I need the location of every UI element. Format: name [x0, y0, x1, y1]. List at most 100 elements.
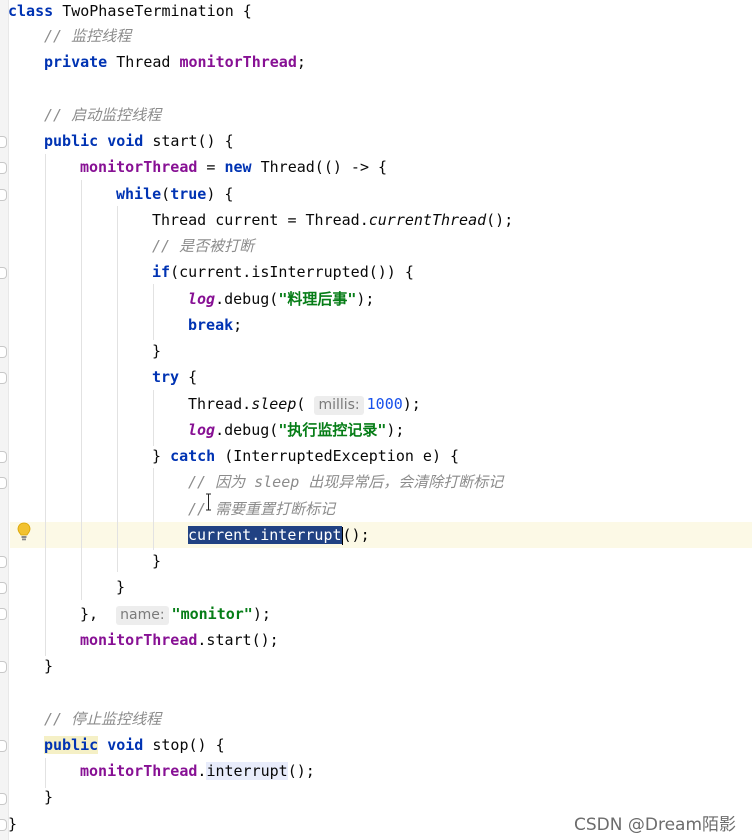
code-comment-monitor[interactable]: // 监控线程 — [44, 23, 131, 49]
code-text: ); — [402, 395, 421, 413]
keyword: if — [152, 263, 171, 281]
string-literal: "执行监控记录" — [278, 421, 387, 439]
fold-marker-icon[interactable] — [0, 162, 7, 174]
code-line-start-decl[interactable]: public void start() { — [44, 128, 234, 154]
code-comment-reason[interactable]: // 因为 sleep 出现异常后，会清除打断标记 — [188, 469, 503, 495]
fold-marker-icon[interactable] — [0, 346, 7, 358]
code-text: .debug( — [215, 421, 279, 439]
indent-guide — [45, 154, 46, 656]
fold-marker-icon[interactable] — [0, 661, 7, 673]
keyword: break — [188, 316, 234, 334]
fold-marker-icon[interactable] — [0, 556, 7, 568]
keyword: true — [170, 185, 207, 203]
code-line-assign[interactable]: monitorThread = new Thread(() -> { — [80, 154, 387, 180]
comment: // 停止监控线程 — [44, 710, 162, 728]
paren: ( — [296, 395, 306, 413]
watermark: CSDN @Dream陌影 — [573, 815, 736, 835]
code-line-while[interactable]: while(true) { — [116, 181, 233, 207]
keyword: catch — [170, 447, 216, 465]
selected-text[interactable]: current.interrupt — [188, 526, 342, 544]
code-line-current[interactable]: Thread current = Thread.currentThread(); — [152, 207, 513, 233]
code-line-start-close[interactable]: } — [44, 653, 53, 679]
code-text: Thread(() -> { — [251, 158, 388, 176]
static-method: currentThread — [368, 211, 487, 229]
fold-marker-icon[interactable] — [0, 451, 7, 463]
code-text: (); — [287, 762, 315, 780]
keyword: public — [44, 132, 99, 150]
current-line-highlight — [10, 522, 752, 548]
brace: } — [152, 552, 162, 570]
comment: // 因为 sleep 出现异常后，会清除打断标记 — [188, 473, 504, 491]
code-line-class-close[interactable]: } — [8, 811, 17, 837]
fold-marker-icon[interactable] — [0, 582, 7, 594]
fold-marker-icon[interactable] — [0, 267, 7, 279]
fold-marker-icon[interactable] — [0, 477, 7, 489]
string-literal: "料理后事" — [278, 290, 357, 308]
fold-marker-icon[interactable] — [0, 793, 7, 805]
fold-marker-icon[interactable] — [0, 372, 7, 384]
brace: } — [44, 657, 54, 675]
log-field: log — [188, 421, 216, 439]
indent-guide — [81, 180, 82, 600]
field-name: monitorThread — [80, 158, 198, 176]
code-text: ) { — [206, 185, 234, 203]
code-line-stop-body[interactable]: monitorThread.interrupt(); — [80, 758, 315, 784]
code-comment-interrupted[interactable]: // 是否被打断 — [152, 233, 254, 259]
brace: } — [152, 447, 171, 465]
code-comment-stop[interactable]: // 停止监控线程 — [44, 706, 161, 732]
editor-gutter — [0, 0, 9, 840]
indent-guide — [153, 284, 154, 340]
fold-marker-icon[interactable] — [0, 740, 7, 752]
lightbulb-icon[interactable] — [17, 522, 31, 542]
comment: // 是否被打断 — [152, 237, 255, 255]
code-line-debug2[interactable]: log.debug("执行监控记录"); — [188, 417, 404, 443]
code-line-try[interactable]: try { — [152, 364, 197, 390]
keyword: class — [8, 2, 54, 20]
method-signature: stop() { — [143, 736, 225, 754]
code-line-sleep[interactable]: Thread.sleep( millis: 1000); — [188, 391, 421, 417]
type-name: Thread — [107, 53, 180, 71]
fold-marker-icon[interactable] — [0, 189, 7, 201]
number-literal: 1000 — [366, 395, 403, 413]
code-text: { — [179, 368, 198, 386]
field-name: monitorThread — [80, 762, 198, 780]
code-text: (InterruptedException e) { — [215, 447, 460, 465]
brace: } — [152, 342, 162, 360]
code-line-while-close[interactable]: } — [116, 574, 125, 600]
class-name: TwoPhaseTermination — [62, 2, 234, 20]
indent-guide — [153, 468, 154, 550]
method-usage-highlight: interrupt — [206, 762, 288, 780]
code-text: Thread current = Thread. — [152, 211, 369, 229]
code-line-debug1[interactable]: log.debug("料理后事"); — [188, 286, 374, 312]
code-line-catch-close[interactable]: } — [152, 548, 161, 574]
paren: ( — [161, 185, 171, 203]
code-line-stop-close[interactable]: } — [44, 784, 53, 810]
text-cursor-icon — [206, 493, 211, 511]
code-line-if[interactable]: if(current.isInterrupted()) { — [152, 259, 414, 285]
code-line-thread-close[interactable]: }, name: "monitor"); — [80, 601, 271, 627]
fold-marker-icon[interactable] — [0, 136, 7, 148]
code-text: .debug( — [215, 290, 279, 308]
indent-guide — [153, 390, 154, 446]
field-name: monitorThread — [179, 53, 297, 71]
code-text: (); — [486, 211, 514, 229]
operator: = — [197, 158, 225, 176]
code-comment-start[interactable]: // 启动监控线程 — [44, 102, 161, 128]
code-line-stop-decl[interactable]: public void stop() { — [44, 732, 225, 758]
fold-marker-icon[interactable] — [0, 819, 7, 831]
brace: } — [8, 815, 18, 833]
fold-marker-icon[interactable] — [0, 608, 7, 620]
semicolon: ; — [233, 316, 243, 334]
code-line-break[interactable]: break; — [188, 312, 242, 338]
code-line-catch[interactable]: } catch (InterruptedException e) { — [152, 443, 459, 469]
code-line-interrupt[interactable]: current.interrupt(); — [188, 522, 370, 548]
code-line-field-decl[interactable]: private Thread monitorThread; — [44, 49, 306, 75]
code-line-class-decl[interactable]: class TwoPhaseTermination { — [8, 0, 252, 24]
code-line-start-call[interactable]: monitorThread.start(); — [80, 627, 279, 653]
method-signature: start() { — [143, 132, 234, 150]
keyword: public — [44, 736, 99, 754]
comment: // 监控线程 — [44, 27, 132, 45]
code-line-if-close[interactable]: } — [152, 338, 161, 364]
parameter-hint: name: — [116, 606, 169, 625]
keyword: void — [107, 132, 144, 150]
